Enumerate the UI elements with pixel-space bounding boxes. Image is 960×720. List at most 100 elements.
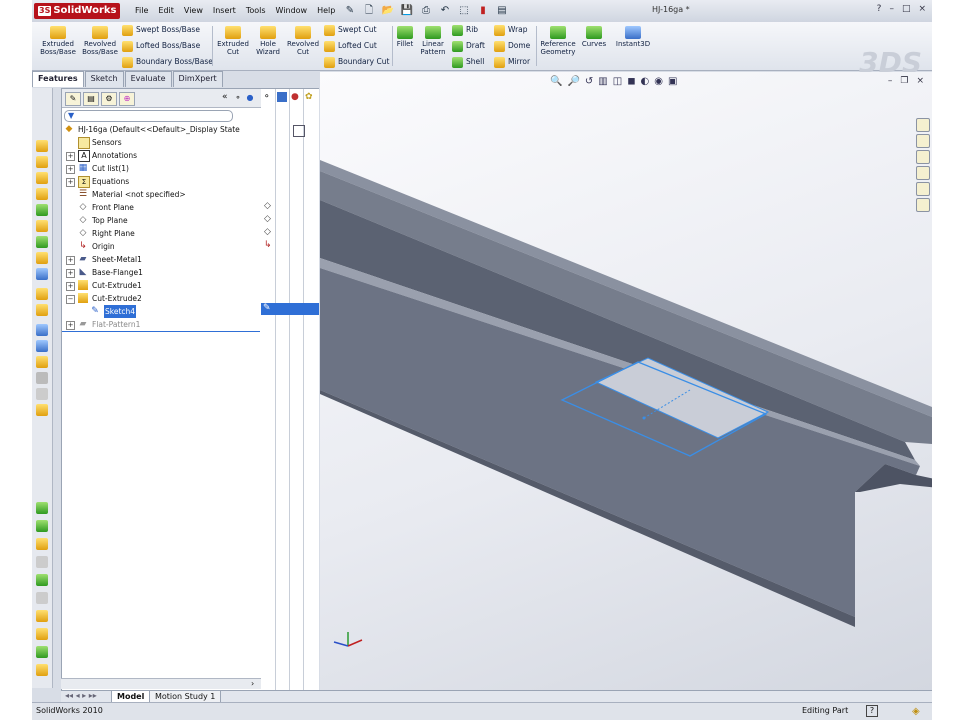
collapse-icon[interactable]: − — [66, 295, 75, 304]
tool-icon[interactable] — [36, 236, 48, 248]
minimize-icon[interactable]: – — [889, 4, 894, 14]
scroll-right-icon[interactable]: › — [251, 679, 254, 688]
menu-insert[interactable]: Insert — [208, 4, 241, 18]
origin-display-icon[interactable]: ↳ — [264, 240, 272, 250]
search-icon[interactable] — [916, 166, 930, 180]
tool-icon[interactable] — [36, 140, 48, 152]
swept-cut-button[interactable]: Swept Cut — [324, 23, 377, 37]
color-icon[interactable]: ✿ — [305, 92, 313, 102]
plane-display-icon[interactable]: ◇ — [264, 201, 271, 211]
display-states-icon[interactable]: ⚬ — [263, 92, 271, 102]
expand-icon[interactable]: + — [66, 178, 75, 187]
menu-edit[interactable]: Edit — [153, 4, 179, 18]
sketch-display-icon[interactable]: ✎ — [263, 303, 271, 313]
tab-dimxpert[interactable]: DimXpert — [172, 71, 223, 87]
menu-tools[interactable]: Tools — [241, 4, 271, 18]
tool-icon[interactable] — [36, 220, 48, 232]
expand-icon[interactable]: + — [66, 152, 75, 161]
appearances-icon[interactable] — [916, 198, 930, 212]
expand-icon[interactable]: + — [66, 282, 75, 291]
instant3d-button[interactable]: Instant3D — [614, 26, 652, 48]
extruded-boss-button[interactable]: Extruded Boss/Base — [36, 26, 80, 56]
draft-button[interactable]: Draft — [452, 39, 485, 53]
appearance-icon[interactable]: ● — [291, 92, 299, 102]
help-icon[interactable]: ? — [866, 705, 878, 717]
tool-icon[interactable] — [36, 156, 48, 168]
tool-icon[interactable] — [36, 356, 48, 368]
dome-button[interactable]: Dome — [494, 39, 530, 53]
appearance-icon[interactable]: ● — [246, 92, 254, 104]
tool-icon[interactable] — [36, 664, 48, 676]
tool-icon[interactable] — [36, 404, 48, 416]
tool-icon[interactable] — [36, 252, 48, 264]
boundary-boss-button[interactable]: Boundary Boss/Base — [122, 55, 213, 69]
tab-features[interactable]: Features — [32, 71, 84, 87]
tool-icon[interactable] — [36, 172, 48, 184]
menu-help[interactable]: Help — [312, 4, 340, 18]
tool-icon[interactable] — [36, 340, 48, 352]
visibility-checkbox[interactable] — [293, 125, 305, 137]
display-icon[interactable]: ⚬ — [234, 92, 242, 104]
tool-icon[interactable] — [36, 502, 48, 514]
tool-icon[interactable] — [36, 288, 48, 300]
curves-button[interactable]: Curves — [580, 26, 608, 48]
tool-icon[interactable] — [36, 628, 48, 640]
mirror-button[interactable]: Mirror — [494, 55, 530, 69]
resources-icon[interactable] — [916, 118, 930, 132]
tool-icon[interactable] — [36, 520, 48, 532]
tool-icon[interactable] — [36, 204, 48, 216]
design-library-icon[interactable] — [916, 134, 930, 148]
open-icon[interactable]: 📂 — [380, 4, 396, 18]
collapse-icon[interactable]: « — [222, 92, 228, 102]
undo-icon[interactable]: ↶ — [437, 4, 453, 18]
expand-icon[interactable]: + — [66, 256, 75, 265]
boundary-cut-button[interactable]: Boundary Cut — [324, 55, 389, 69]
tool-icon[interactable] — [36, 556, 48, 568]
save-icon[interactable]: 💾 — [399, 4, 415, 18]
feature-tree-tab-icon[interactable]: ✎ — [65, 92, 81, 106]
rib-button[interactable]: Rib — [452, 23, 478, 37]
maximize-icon[interactable]: □ — [902, 4, 911, 14]
tab-sketch[interactable]: Sketch — [84, 71, 124, 87]
expand-icon[interactable]: + — [66, 321, 75, 330]
tool-icon[interactable] — [36, 574, 48, 586]
tool-icon[interactable] — [36, 610, 48, 622]
hole-wizard-button[interactable]: Hole Wizard — [252, 26, 284, 56]
property-manager-tab-icon[interactable]: ▤ — [83, 92, 99, 106]
tool-icon[interactable] — [36, 268, 48, 280]
extruded-cut-button[interactable]: Extruded Cut — [216, 26, 250, 56]
tab-scroll-icons[interactable]: ◂◂ ◂ ▸ ▸▸ — [65, 691, 97, 700]
lofted-boss-button[interactable]: Lofted Boss/Base — [122, 39, 200, 53]
display-mode-icon[interactable] — [277, 92, 287, 102]
menu-view[interactable]: View — [179, 4, 208, 18]
rebuild-icon[interactable]: ▮ — [475, 4, 491, 18]
help-icon[interactable]: ? — [877, 4, 882, 14]
print-icon[interactable]: ⎙ — [418, 4, 434, 18]
rollback-bar[interactable] — [62, 331, 260, 332]
solidworks-logo[interactable]: 3S SolidWorks — [34, 3, 120, 19]
fillet-button[interactable]: Fillet — [394, 26, 416, 48]
new-document-icon[interactable]: 🗋 — [361, 4, 377, 18]
wrap-button[interactable]: Wrap — [494, 23, 528, 37]
view-palette-icon[interactable] — [916, 182, 930, 196]
pin-icon[interactable]: ✎ — [342, 4, 358, 18]
shell-button[interactable]: Shell — [452, 55, 484, 69]
tool-icon[interactable] — [36, 388, 48, 400]
plane-display-icon[interactable]: ◇ — [264, 227, 271, 237]
tool-icon[interactable] — [36, 538, 48, 550]
linear-pattern-button[interactable]: Linear Pattern — [418, 26, 448, 56]
configuration-manager-tab-icon[interactable]: ⚙ — [101, 92, 117, 106]
tool-icon[interactable] — [36, 324, 48, 336]
revolved-cut-button[interactable]: Revolved Cut — [286, 26, 320, 56]
tree-horizontal-scrollbar[interactable]: › — [61, 678, 261, 689]
plane-display-icon[interactable]: ◇ — [264, 214, 271, 224]
tool-icon[interactable] — [36, 372, 48, 384]
graphics-area[interactable]: 🔍 🔎 ↺ ▥ ◫ ◼ ◐ ◉ ▣ – ❐ × — [320, 72, 932, 690]
expand-icon[interactable]: + — [66, 269, 75, 278]
tool-icon[interactable] — [36, 646, 48, 658]
reference-geometry-button[interactable]: Reference Geometry — [538, 26, 578, 56]
tool-icon[interactable] — [36, 188, 48, 200]
select-icon[interactable]: ⬚ — [456, 4, 472, 18]
expand-icon[interactable]: + — [66, 165, 75, 174]
menu-file[interactable]: File — [130, 4, 153, 18]
